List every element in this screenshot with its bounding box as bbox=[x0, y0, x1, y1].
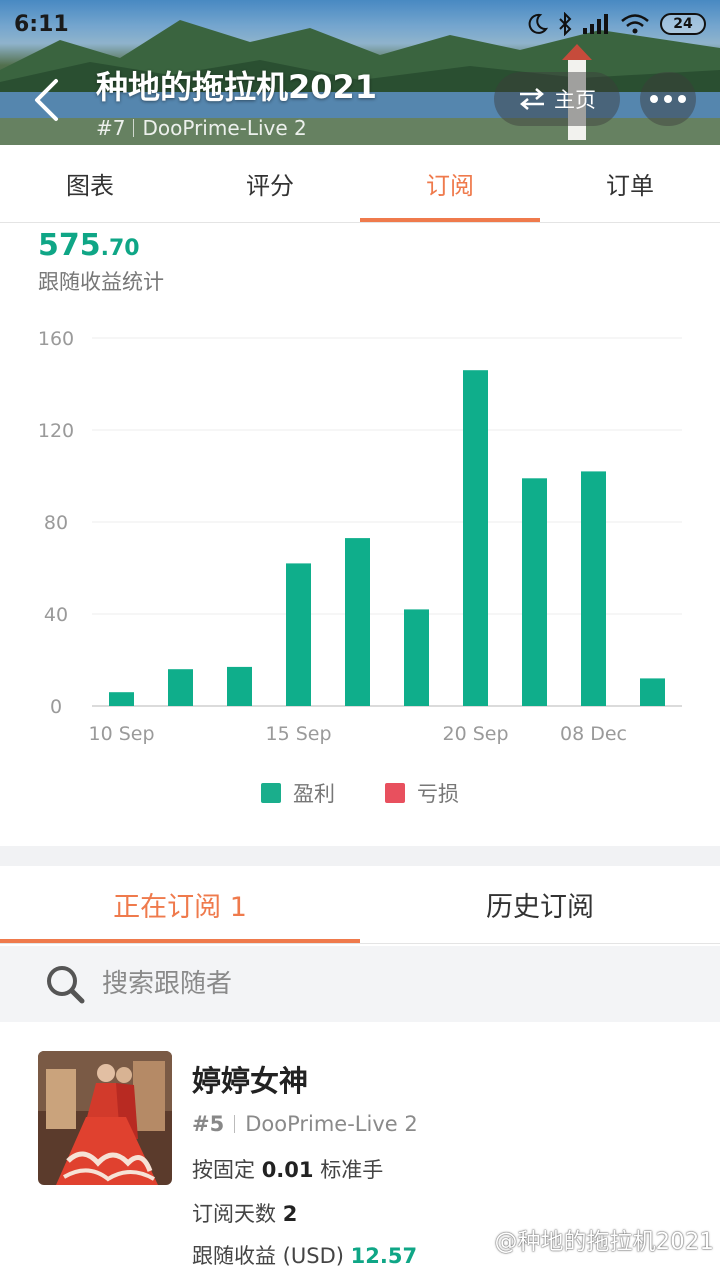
tab-history-subscriptions[interactable]: 历史订阅 bbox=[360, 866, 720, 943]
more-dots-icon bbox=[664, 95, 672, 103]
profit-bar[interactable] bbox=[286, 563, 311, 706]
profile-title: 种地的拖拉机2021 bbox=[96, 68, 378, 106]
y-tick-label: 120 bbox=[38, 420, 74, 442]
watermark: @种地的拖拉机2021 bbox=[468, 1222, 714, 1256]
x-tick-label: 08 Dec bbox=[560, 723, 627, 745]
follow-profit-label: 跟随收益统计 bbox=[38, 270, 164, 294]
legend-swatch-loss bbox=[385, 783, 405, 803]
profile-rank: #7 bbox=[96, 116, 126, 140]
follow-profit-decimal: .70 bbox=[100, 236, 140, 261]
profile-server: DooPrime-Live 2 bbox=[142, 116, 307, 140]
y-tick-label: 80 bbox=[44, 512, 68, 534]
x-tick-label: 20 Sep bbox=[442, 723, 508, 745]
follower-name: 婷婷女神 bbox=[192, 1064, 309, 1098]
days-label: 订阅天数 bbox=[192, 1202, 276, 1226]
follow-profit-bar-chart: 0 40 80 120 160 10 Sep 15 Sep 20 Sep 08 Dec bbox=[38, 328, 682, 745]
profit-bar[interactable] bbox=[168, 669, 193, 706]
tab-rating[interactable]: 评分 bbox=[180, 145, 360, 222]
profit-bar[interactable] bbox=[227, 666, 252, 706]
profile-subtitle: #7 DooPrime-Live 2 bbox=[96, 116, 377, 140]
profit-label: 跟随收益 (USD) bbox=[192, 1244, 344, 1268]
divider bbox=[133, 119, 135, 137]
follower-days: 订阅天数 2 bbox=[192, 1198, 297, 1228]
profile-title-block: 种地的拖拉机2021 #7 DooPrime-Live 2 bbox=[96, 62, 377, 140]
search-icon bbox=[47, 966, 85, 1004]
weibo-logo-icon bbox=[468, 1230, 490, 1248]
follower-rank: #5 bbox=[192, 1112, 225, 1136]
search-input[interactable] bbox=[102, 969, 662, 999]
legend-item-profit[interactable]: 盈利 bbox=[261, 778, 335, 808]
legend-label-profit: 盈利 bbox=[293, 782, 335, 806]
profit-value: 12.57 bbox=[350, 1244, 418, 1268]
bluetooth-icon bbox=[559, 12, 572, 36]
copy-mode-value: 0.01 bbox=[261, 1158, 314, 1182]
profit-bar[interactable] bbox=[581, 471, 606, 706]
status-icons: 24 bbox=[526, 12, 706, 36]
main-tab-bar: 图表 评分 订阅 订单 bbox=[0, 145, 720, 223]
tab-chart[interactable]: 图表 bbox=[0, 145, 180, 222]
follower-copy-mode: 按固定 0.01 标准手 bbox=[192, 1154, 383, 1184]
status-bar: 6:11 24 bbox=[0, 0, 720, 52]
back-button[interactable] bbox=[18, 72, 74, 128]
do-not-disturb-moon-icon bbox=[528, 13, 548, 34]
more-options-button[interactable] bbox=[640, 72, 696, 126]
y-tick-label: 160 bbox=[38, 328, 74, 350]
tab-orders[interactable]: 订单 bbox=[540, 145, 720, 222]
wifi-icon bbox=[621, 14, 649, 34]
x-tick-label: 10 Sep bbox=[88, 723, 154, 745]
divider bbox=[234, 1115, 236, 1133]
days-value: 2 bbox=[282, 1202, 298, 1226]
follower-avatar bbox=[38, 1051, 172, 1185]
more-dots-icon bbox=[678, 95, 686, 103]
swap-arrows-icon bbox=[520, 88, 544, 110]
follower-server: DooPrime-Live 2 bbox=[245, 1112, 418, 1136]
watermark-text: @种地的拖拉机2021 bbox=[494, 1229, 714, 1255]
legend-swatch-profit bbox=[261, 783, 281, 803]
follower-profit: 跟随收益 (USD) 12.57 bbox=[192, 1240, 417, 1270]
y-tick-label: 0 bbox=[50, 696, 62, 718]
legend-label-loss: 亏损 bbox=[417, 782, 459, 806]
profit-bar[interactable] bbox=[109, 692, 134, 706]
follower-rank-line: #5 DooPrime-Live 2 bbox=[192, 1112, 418, 1136]
chevron-left-icon bbox=[35, 79, 58, 121]
follower-search-bar[interactable] bbox=[0, 946, 720, 1022]
chart-legend: 盈利 亏损 bbox=[0, 778, 720, 808]
signal-icon bbox=[583, 14, 608, 34]
y-tick-label: 40 bbox=[44, 604, 68, 626]
home-button-label: 主页 bbox=[554, 88, 596, 112]
status-time: 6:11 bbox=[14, 12, 69, 37]
x-tick-label: 15 Sep bbox=[265, 723, 331, 745]
profile-header: 6:11 24 种地的拖拉机2021 #7 DooPrime-Live 2 主页 bbox=[0, 0, 720, 145]
home-button[interactable]: 主页 bbox=[494, 72, 620, 126]
tab-current-subscriptions[interactable]: 正在订阅 1 bbox=[0, 866, 360, 943]
legend-item-loss[interactable]: 亏损 bbox=[385, 778, 459, 808]
tab-subscription[interactable]: 订阅 bbox=[360, 145, 540, 222]
section-divider bbox=[0, 846, 720, 866]
follow-profit-integer: 575 bbox=[38, 228, 101, 263]
copy-mode-prefix: 按固定 bbox=[192, 1158, 255, 1182]
battery-indicator: 24 bbox=[660, 13, 706, 35]
follower-photo bbox=[38, 1051, 172, 1185]
profit-bar[interactable] bbox=[522, 478, 547, 706]
more-dots-icon bbox=[650, 95, 658, 103]
profit-bar[interactable] bbox=[640, 678, 665, 706]
copy-mode-suffix: 标准手 bbox=[320, 1158, 384, 1182]
subscription-tab-bar: 正在订阅 1 历史订阅 bbox=[0, 866, 720, 944]
profit-bar[interactable] bbox=[463, 370, 488, 706]
profit-bar[interactable] bbox=[404, 609, 429, 706]
follow-profit-total: 575.70 bbox=[38, 228, 140, 263]
profit-bar[interactable] bbox=[345, 538, 370, 706]
